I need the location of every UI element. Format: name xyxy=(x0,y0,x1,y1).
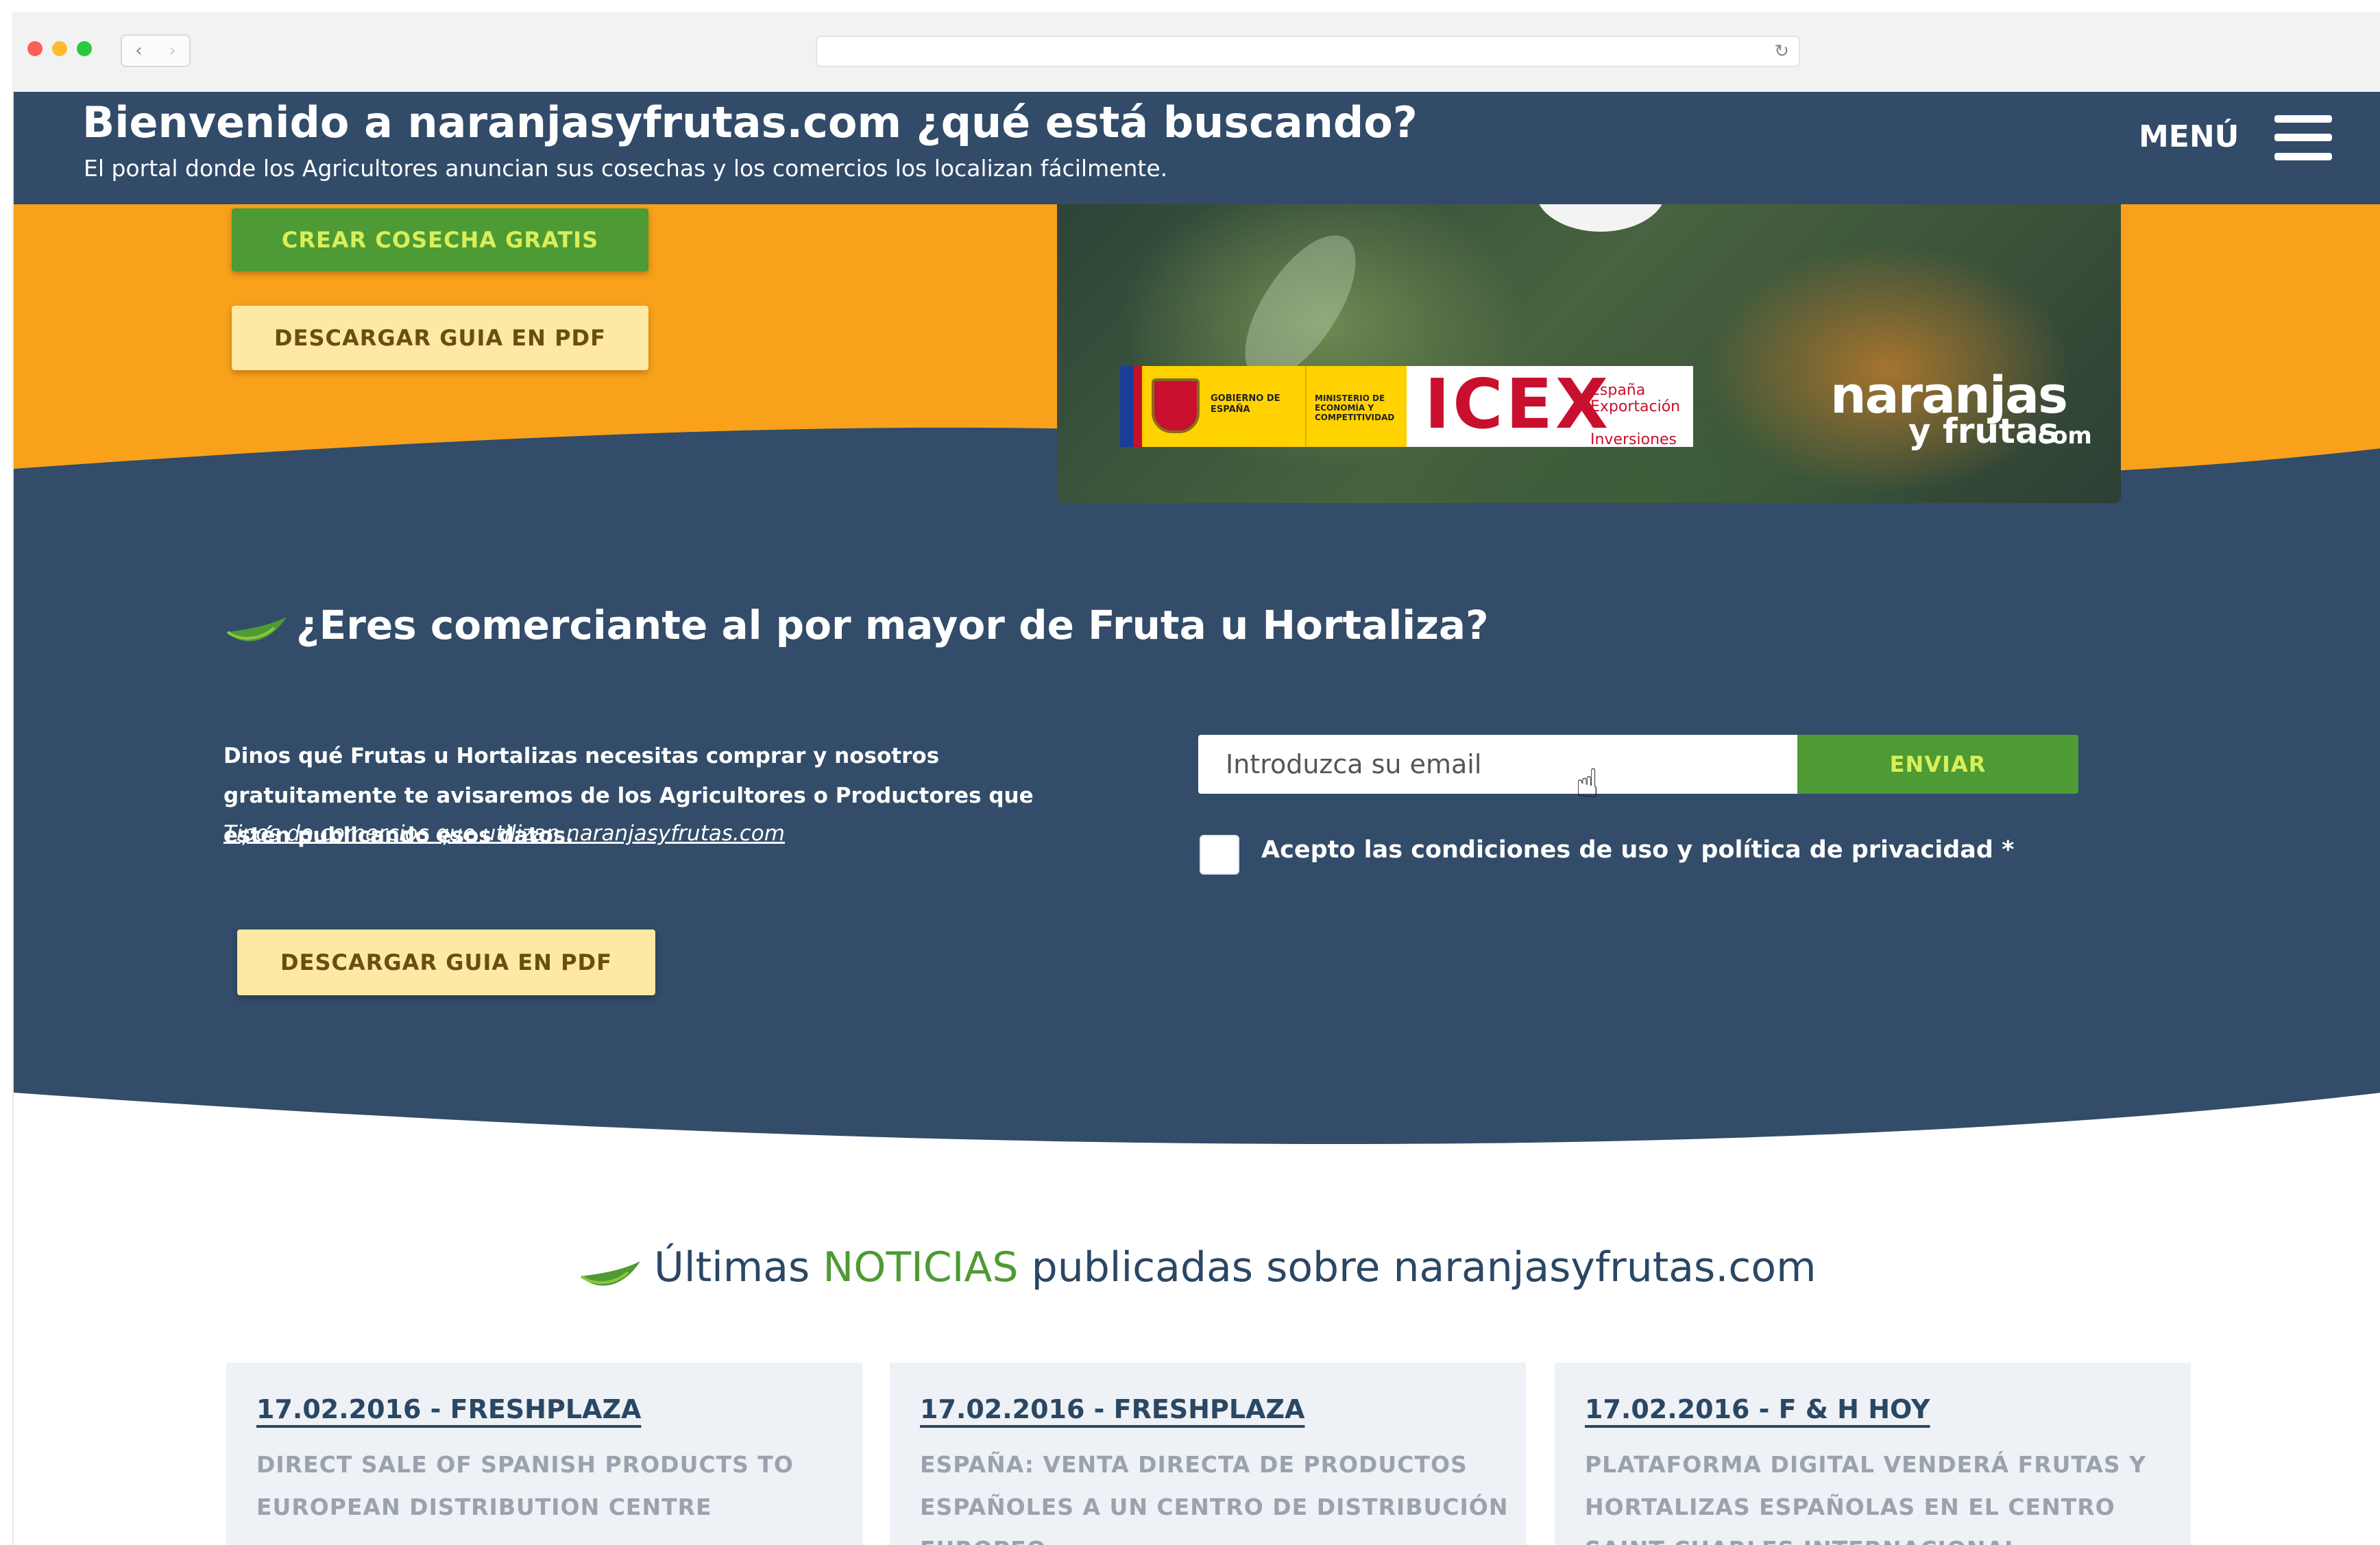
hamburger-icon[interactable] xyxy=(2274,115,2332,160)
site-header: Bienvenido a naranjasyfrutas.com ¿qué es… xyxy=(14,92,2380,204)
download-guide-button[interactable]: DESCARGAR GUIA EN PDF xyxy=(232,306,648,370)
news-headline[interactable]: PLATAFORMA DIGITAL VENDERÁ FRUTAS Y HORT… xyxy=(1585,1444,2174,1545)
logo-divider xyxy=(1305,366,1307,447)
browser-chrome: ‹ › ↻ xyxy=(12,12,2380,95)
hero-image: GOBIERNO DE ESPAÑA MINISTERIO DE ECONOMÍ… xyxy=(1057,204,2121,503)
news-title-post: publicadas sobre naranjasyfrutas.com xyxy=(1031,1243,1817,1291)
close-window-button[interactable] xyxy=(27,41,42,56)
terms-label[interactable]: Acepto las condiciones de uso y política… xyxy=(1261,836,2014,864)
news-date[interactable]: 17.02.2016 - FRESHPLAZA xyxy=(920,1394,1304,1424)
download-guide-button-2[interactable]: DESCARGAR GUIA EN PDF xyxy=(237,929,655,995)
page-title: Bienvenido a naranjasyfrutas.com ¿qué es… xyxy=(82,97,1418,147)
nav-buttons: ‹ › xyxy=(121,34,191,67)
menu-label[interactable]: MENÚ xyxy=(2139,119,2239,154)
reload-icon[interactable]: ↻ xyxy=(1774,40,1789,63)
news-headline[interactable]: ESPAÑA: VENTA DIRECTA DE PRODUCTOS ESPAÑ… xyxy=(920,1444,1509,1545)
news-title-pre: Últimas xyxy=(654,1243,810,1291)
back-icon[interactable]: ‹ xyxy=(122,36,156,66)
page-viewport: Bienvenido a naranjasyfrutas.com ¿qué es… xyxy=(12,92,2380,1545)
leaf-icon xyxy=(226,617,287,642)
news-headline[interactable]: DIRECT SALE OF SPANISH PRODUCTS TO EUROP… xyxy=(256,1444,846,1529)
forward-icon[interactable]: › xyxy=(156,36,189,66)
create-harvest-button[interactable]: CREAR COSECHA GRATIS xyxy=(232,208,648,271)
icex-subtitle: España Exportación e Inversiones xyxy=(1590,382,1681,448)
eu-flag-stripe xyxy=(1120,366,1134,447)
leaf-icon xyxy=(580,1261,640,1286)
terms-checkbox[interactable] xyxy=(1200,835,1239,875)
minimize-window-button[interactable] xyxy=(52,41,67,56)
orange-slice-shape xyxy=(1535,204,1666,232)
send-button[interactable]: ENVIAR xyxy=(1797,735,2078,794)
brand-logo-suffix: .com xyxy=(2029,422,2092,450)
page-subtitle: El portal donde los Agricultores anuncia… xyxy=(84,155,1168,182)
pointer-cursor-icon: ☝ xyxy=(1575,760,1600,807)
news-card[interactable]: 17.02.2016 - F & H HOY PLATAFORMA DIGITA… xyxy=(1555,1363,2191,1545)
news-section-title: Últimas NOTICIAS publicadas sobre naranj… xyxy=(654,1243,1817,1291)
government-logo: GOBIERNO DE ESPAÑA MINISTERIO DE ECONOMÍ… xyxy=(1142,366,1407,447)
coat-of-arms-icon xyxy=(1152,378,1200,433)
flag-red-stripe xyxy=(1134,366,1142,447)
wholesale-title: ¿Eres comerciante al por mayor de Fruta … xyxy=(296,602,1489,648)
address-bar[interactable]: ↻ xyxy=(816,36,1800,67)
icex-logo: ICEX xyxy=(1424,364,1612,444)
maximize-window-button[interactable] xyxy=(77,41,92,56)
news-card[interactable]: 17.02.2016 - FRESHPLAZA DIRECT SALE OF S… xyxy=(226,1363,862,1545)
sponsor-logo-banner: GOBIERNO DE ESPAÑA MINISTERIO DE ECONOMÍ… xyxy=(1120,364,1693,448)
news-card[interactable]: 17.02.2016 - FRESHPLAZA ESPAÑA: VENTA DI… xyxy=(890,1363,1526,1545)
government-label: GOBIERNO DE ESPAÑA xyxy=(1211,393,1280,415)
email-input[interactable] xyxy=(1198,735,1801,794)
business-types-link[interactable]: Tipos de comercios que utilizan naranjas… xyxy=(223,821,785,846)
news-title-accent: NOTICIAS xyxy=(823,1243,1019,1291)
news-date[interactable]: 17.02.2016 - F & H HOY xyxy=(1585,1394,1930,1424)
news-date[interactable]: 17.02.2016 - FRESHPLAZA xyxy=(256,1394,641,1424)
ministry-label: MINISTERIO DE ECONOMÍA Y COMPETITIVIDAD xyxy=(1315,393,1395,422)
